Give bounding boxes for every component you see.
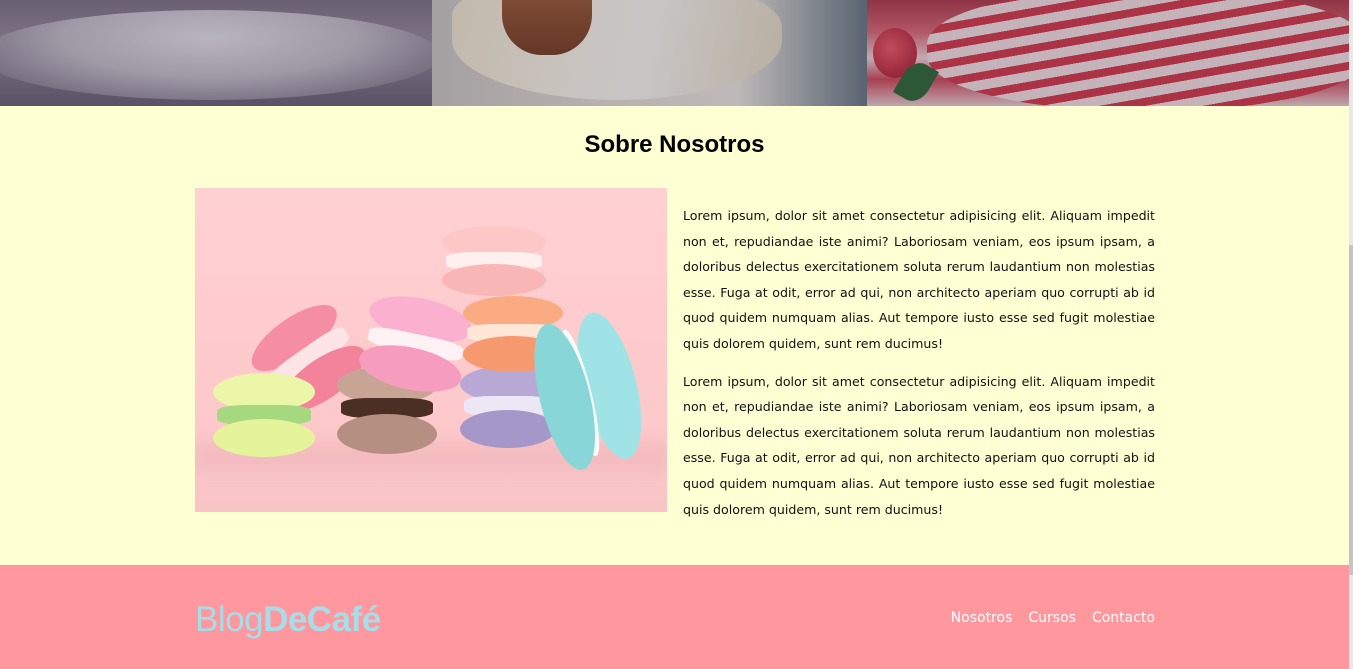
hero-image-center	[432, 0, 867, 106]
about-paragraph-1: Lorem ipsum, dolor sit amet consectetur …	[683, 208, 1155, 351]
macarons-image	[195, 188, 667, 512]
footer-nav: Nosotros Cursos Contacto	[951, 610, 1155, 626]
about-paragraph-2: Lorem ipsum, dolor sit amet consectetur …	[683, 373, 1155, 517]
scrollbar[interactable]	[1349, 0, 1353, 669]
logo-bold-text: DeCafé	[263, 600, 381, 639]
site-logo[interactable]: BlogDeCafé	[195, 600, 381, 640]
logo-regular-text: Blog	[195, 600, 264, 639]
about-text: Lorem ipsum, dolor sit amet consectetur …	[683, 203, 1155, 534]
footer-link-cursos[interactable]: Cursos	[1028, 610, 1076, 626]
footer-link-nosotros[interactable]: Nosotros	[951, 610, 1013, 626]
footer-link-contacto[interactable]: Contacto	[1092, 610, 1155, 626]
hero-image-right	[867, 0, 1349, 106]
hero-image-left	[0, 0, 432, 106]
hero-image-strip	[0, 0, 1349, 106]
scrollbar-thumb[interactable]	[1349, 245, 1353, 575]
section-title: Sobre Nosotros	[584, 131, 765, 158]
